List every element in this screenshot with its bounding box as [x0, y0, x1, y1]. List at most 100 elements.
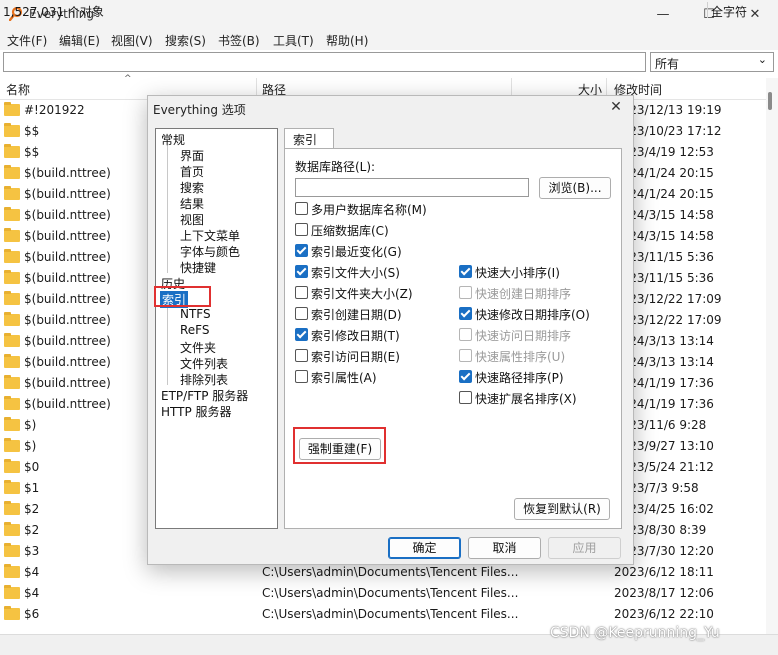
- dialog-close-icon[interactable]: ✕: [603, 99, 629, 119]
- menu-bookmarks[interactable]: 书签(B): [218, 32, 260, 49]
- checkbox[interactable]: [295, 328, 308, 341]
- checkbox-label[interactable]: 快速大小排序(I): [475, 264, 560, 281]
- row-name: $0: [24, 460, 40, 474]
- tab-index[interactable]: 索引: [284, 128, 334, 150]
- checkbox[interactable]: [295, 307, 308, 320]
- table-row[interactable]: $4 C:\Users\admin\Documents\Tencent Files…: [0, 562, 768, 583]
- tree-item-ui[interactable]: 界面: [180, 147, 204, 164]
- scrollbar-thumb[interactable]: [768, 92, 772, 110]
- tree-item-context-menu[interactable]: 上下文菜单: [180, 227, 240, 244]
- row-name: $$: [24, 124, 40, 138]
- checkbox-label[interactable]: 压缩数据库(C): [311, 222, 389, 239]
- folder-icon: [4, 396, 20, 410]
- checkbox[interactable]: [459, 391, 472, 404]
- cancel-button[interactable]: 取消: [468, 537, 541, 559]
- checkbox-label[interactable]: 多用户数据库名称(M): [311, 201, 427, 218]
- chevron-down-icon: ⌄: [757, 53, 767, 66]
- folder-icon: [4, 291, 20, 305]
- row-name: $(build.nttree): [24, 271, 111, 285]
- folder-icon: [4, 228, 20, 242]
- row-path: C:\Users\admin\Documents\Tencent Files..…: [262, 607, 519, 621]
- column-name[interactable]: 名称: [6, 81, 30, 98]
- menu-help[interactable]: 帮助(H): [326, 32, 368, 49]
- checkbox-label[interactable]: 快速路径排序(P): [475, 369, 564, 386]
- row-name: $(build.nttree): [24, 334, 111, 348]
- tree-item-search[interactable]: 搜索: [180, 179, 204, 196]
- checkbox-label[interactable]: 索引最近变化(G): [311, 243, 402, 260]
- index-settings-panel: 数据库路径(L): 浏览(B)... 多用户数据库名称(M) 压缩数据库(C) 索引…: [284, 148, 622, 529]
- menu-search[interactable]: 搜索(S): [165, 32, 206, 49]
- row-name: $(build.nttree): [24, 313, 111, 327]
- row-name: $$: [24, 145, 40, 159]
- ok-button[interactable]: 确定: [388, 537, 461, 559]
- tree-item-folders[interactable]: 文件夹: [180, 339, 216, 356]
- checkbox[interactable]: [459, 307, 472, 320]
- vertical-scrollbar[interactable]: [766, 78, 778, 634]
- apply-button[interactable]: 应用: [548, 537, 621, 559]
- db-path-input[interactable]: [295, 178, 529, 197]
- checkbox[interactable]: [295, 223, 308, 236]
- checkbox[interactable]: [295, 202, 308, 215]
- checkbox-label[interactable]: 快速访问日期排序: [475, 327, 571, 344]
- minimize-button[interactable]: —: [640, 0, 686, 30]
- checkbox-label[interactable]: 索引创建日期(D): [311, 306, 402, 323]
- checkbox-label[interactable]: 快速属性排序(U): [475, 348, 565, 365]
- tree-item-exclude[interactable]: 排除列表: [180, 371, 228, 388]
- checkbox-label[interactable]: 索引修改日期(T): [311, 327, 400, 344]
- checkbox-label[interactable]: 快速修改日期排序(O): [475, 306, 590, 323]
- tree-item-ftp-server[interactable]: ETP/FTP 服务器: [161, 387, 248, 404]
- tree-item-home[interactable]: 首页: [180, 163, 204, 180]
- table-row[interactable]: $4 C:\Users\admin\Documents\Tencent Files…: [0, 583, 768, 604]
- folder-icon: [4, 501, 20, 515]
- menu-tools[interactable]: 工具(T): [273, 32, 314, 49]
- tree-item-hotkeys[interactable]: 快捷键: [180, 259, 216, 276]
- checkbox[interactable]: [295, 286, 308, 299]
- folder-icon: [4, 102, 20, 116]
- tree-item-refs[interactable]: ReFS: [180, 323, 210, 337]
- tree-item-file-lists[interactable]: 文件列表: [180, 355, 228, 372]
- tree-item-http-server[interactable]: HTTP 服务器: [161, 403, 232, 420]
- row-name: $6: [24, 607, 40, 621]
- folder-icon: [4, 270, 20, 284]
- checkbox[interactable]: [295, 349, 308, 362]
- tree-item-fonts-colors[interactable]: 字体与颜色: [180, 243, 240, 260]
- checkbox[interactable]: [295, 244, 308, 257]
- status-divider: [707, 2, 708, 18]
- checkbox[interactable]: [295, 370, 308, 383]
- checkbox-label[interactable]: 索引文件大小(S): [311, 264, 400, 281]
- sort-ascending-icon: ^: [124, 74, 132, 84]
- row-modified: 2023/8/17 12:06: [614, 586, 714, 600]
- checkbox: [459, 349, 472, 362]
- filter-select[interactable]: 所有 ⌄: [650, 52, 774, 72]
- tree-item-results[interactable]: 结果: [180, 195, 204, 212]
- checkbox-label[interactable]: 索引访问日期(E): [311, 348, 400, 365]
- tree-item-ntfs[interactable]: NTFS: [180, 307, 211, 321]
- tree-item-view[interactable]: 视图: [180, 211, 204, 228]
- menu-file[interactable]: 文件(F): [7, 32, 47, 49]
- checkbox[interactable]: [295, 265, 308, 278]
- row-modified: 2023/6/12 18:11: [614, 565, 714, 579]
- checkbox-label[interactable]: 快速创建日期排序: [475, 285, 571, 302]
- checkbox-label[interactable]: 索引属性(A): [311, 369, 377, 386]
- menu-edit[interactable]: 编辑(E): [59, 32, 100, 49]
- browse-button[interactable]: 浏览(B)...: [539, 177, 611, 199]
- checkbox-label[interactable]: 索引文件夹大小(Z): [311, 285, 413, 302]
- folder-icon: [4, 585, 20, 599]
- row-name: $4: [24, 586, 40, 600]
- search-input[interactable]: [3, 52, 646, 72]
- checkbox-label[interactable]: 快速扩展名排序(X): [475, 390, 577, 407]
- restore-defaults-button[interactable]: 恢复到默认(R): [514, 498, 610, 520]
- checkbox[interactable]: [459, 370, 472, 383]
- row-name: $2: [24, 523, 40, 537]
- row-name: $(build.nttree): [24, 187, 111, 201]
- folder-icon: [4, 417, 20, 431]
- row-name: $4: [24, 565, 40, 579]
- checkbox[interactable]: [459, 265, 472, 278]
- tab-index-label: 索引: [293, 133, 318, 147]
- tree-item-general[interactable]: 常规: [161, 131, 185, 148]
- folder-icon: [4, 606, 20, 620]
- menu-view[interactable]: 视图(V): [111, 32, 153, 49]
- table-row[interactable]: $6 C:\Users\admin\Documents\Tencent Files…: [0, 604, 768, 625]
- watermark-text: CSDN @Keeprunning_Yu: [550, 625, 720, 641]
- folder-icon: [4, 186, 20, 200]
